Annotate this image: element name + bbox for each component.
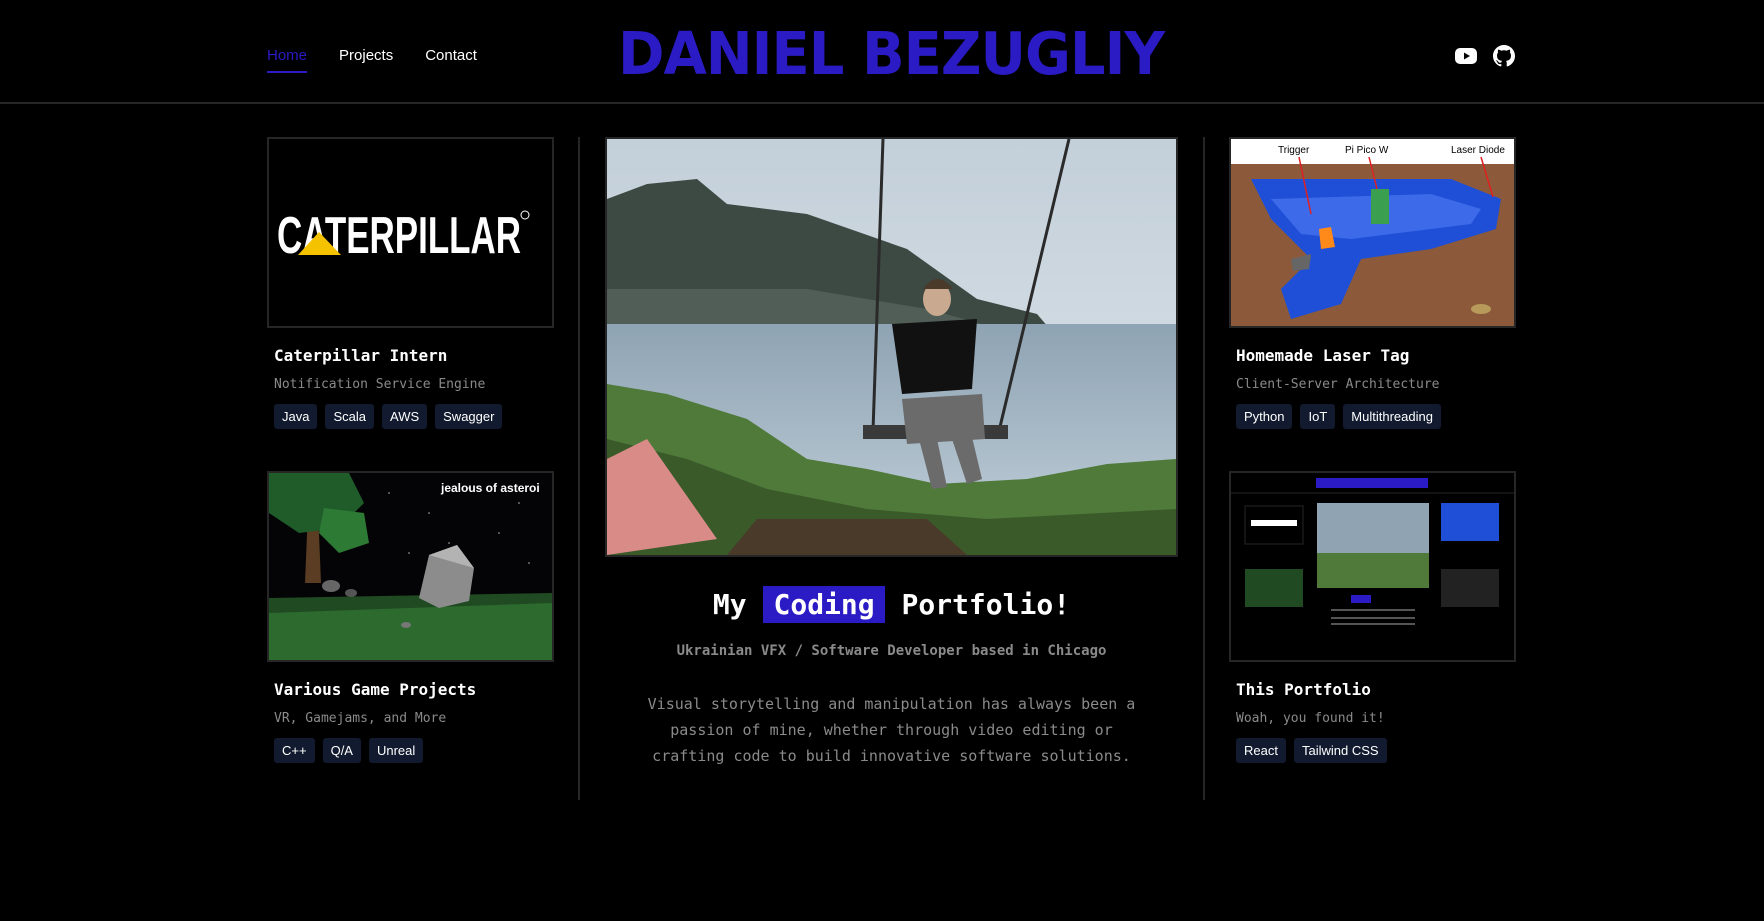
tag-unreal[interactable]: Unreal (368, 738, 424, 763)
tag-cpp[interactable]: C++ (274, 738, 315, 763)
column-divider-right (1203, 137, 1205, 800)
card-subtitle: Client-Server Architecture (1236, 377, 1440, 392)
project-card-portfolio[interactable]: This Portfolio Woah, you found it! React… (1229, 471, 1516, 763)
project-card-games[interactable]: jealous of asteroi Various Game Projects… (267, 471, 554, 763)
hero-photo (605, 137, 1178, 557)
tag-react[interactable]: React (1236, 738, 1286, 763)
github-icon[interactable] (1492, 44, 1516, 73)
youtube-icon[interactable] (1454, 44, 1478, 73)
tag-qa[interactable]: Q/A (322, 738, 361, 763)
tag-python[interactable]: Python (1236, 404, 1293, 429)
nav-projects-link[interactable]: Projects (339, 47, 393, 73)
card-title[interactable]: Homemade Laser Tag (1236, 346, 1516, 365)
main-nav: Home Projects Contact (267, 47, 477, 73)
site-header: Home Projects Contact DANIEL BEZUGLIY (0, 0, 1764, 104)
tag-java[interactable]: Java (274, 404, 318, 429)
portfolio-screenshot-image (1231, 473, 1514, 660)
column-divider-left (578, 137, 580, 800)
tag-multithreading[interactable]: Multithreading (1343, 404, 1441, 429)
hero-title: My Coding Portfolio! (605, 586, 1178, 623)
nav-home-link[interactable]: Home (267, 47, 308, 73)
annotation-trigger: Trigger (1278, 145, 1310, 156)
lasertag-thumbnail[interactable]: Trigger Pi Pico W Laser Diode (1229, 137, 1516, 328)
card-title[interactable]: Caterpillar Intern (274, 346, 554, 365)
hero-title-prefix: My (712, 588, 747, 621)
card-subtitle: Woah, you found it! (1236, 711, 1385, 726)
tag-iot[interactable]: IoT (1300, 404, 1336, 429)
tag-tailwind[interactable]: Tailwind CSS (1293, 738, 1387, 763)
tag-aws[interactable]: AWS (382, 404, 428, 429)
tag-list: C++ Q/A Unreal (274, 738, 554, 763)
annotation-pico: Pi Pico W (1345, 145, 1389, 156)
nav-contact-link[interactable]: Contact (425, 47, 477, 73)
caterpillar-logo: CATERPILLAR (277, 207, 530, 265)
tag-scala[interactable]: Scala (325, 404, 374, 429)
tag-list: React Tailwind CSS (1236, 738, 1516, 763)
hero-subtitle: Ukrainian VFX / Software Developer based… (676, 643, 1107, 659)
hero-title-suffix: Portfolio! (901, 588, 1071, 621)
caterpillar-thumbnail[interactable]: CATERPILLAR (267, 137, 554, 328)
lasertag-image: Trigger Pi Pico W Laser Diode (1231, 139, 1514, 326)
social-links (1454, 44, 1516, 73)
game-scene-image: jealous of asteroi (269, 473, 552, 660)
games-thumbnail[interactable]: jealous of asteroi (267, 471, 554, 662)
site-title[interactable]: DANIEL BEZUGLIY (609, 20, 1173, 89)
annotation-laser: Laser Diode (1451, 145, 1505, 156)
card-title[interactable]: Various Game Projects (274, 680, 554, 699)
card-subtitle: VR, Gamejams, and More (274, 711, 447, 726)
card-subtitle: Notification Service Engine (274, 377, 486, 392)
project-card-caterpillar[interactable]: CATERPILLAR Caterpillar Intern Notificat… (267, 137, 554, 429)
portfolio-thumbnail[interactable] (1229, 471, 1516, 662)
hero-description: Visual storytelling and manipulation has… (647, 695, 1136, 765)
game-overlay-text: jealous of asteroi (440, 481, 540, 495)
card-title[interactable]: This Portfolio (1236, 680, 1516, 699)
hero-swing-image (607, 139, 1176, 555)
hero-title-highlight: Coding (763, 586, 885, 623)
project-card-lasertag[interactable]: Trigger Pi Pico W Laser Diode Homemade L… (1229, 137, 1516, 429)
tag-list: Python IoT Multithreading (1236, 404, 1516, 429)
caterpillar-logo-text: CATERPILLAR (277, 207, 521, 265)
tag-swagger[interactable]: Swagger (435, 404, 503, 429)
tag-list: Java Scala AWS Swagger (274, 404, 554, 429)
